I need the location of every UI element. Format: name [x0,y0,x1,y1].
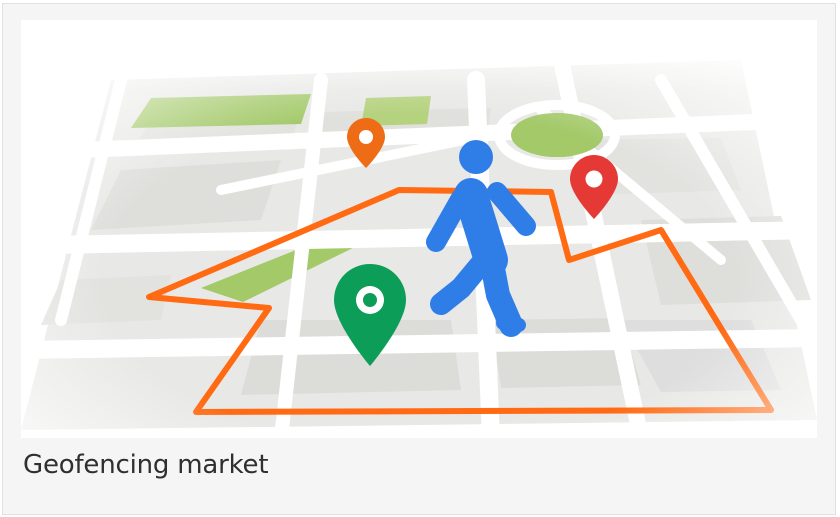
article-card: Geofencing market [2,3,836,515]
image-caption: Geofencing market [23,450,269,480]
map-illustration [21,20,817,438]
geofencing-illustration [21,20,817,438]
